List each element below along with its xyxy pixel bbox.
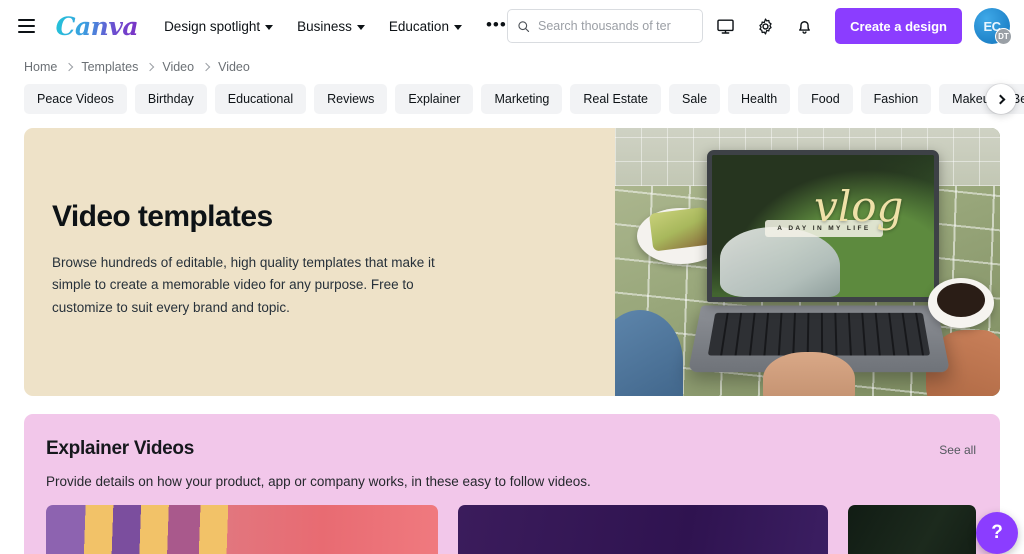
chevron-down-icon — [265, 25, 273, 30]
template-card-dark-purple[interactable] — [458, 505, 828, 554]
search-box[interactable] — [507, 9, 703, 43]
hero-banner: Video templates Browse hundreds of edita… — [24, 128, 1000, 396]
nav-business[interactable]: Business — [297, 19, 365, 34]
laptop-screen: A DAY IN MY LIFE vlog — [707, 150, 939, 302]
template-card-list — [46, 505, 976, 554]
create-a-design-button[interactable]: Create a design — [835, 8, 962, 44]
chip-birthday[interactable]: Birthday — [135, 84, 207, 114]
template-card-dark-green[interactable] — [848, 505, 976, 554]
avatar-badge: DT — [995, 28, 1012, 45]
nav-business-label: Business — [297, 19, 352, 34]
avatar[interactable]: EC DT — [974, 8, 1010, 44]
breadcrumb-item-video[interactable]: Video — [162, 60, 194, 74]
screen-caption-script: vlog — [814, 186, 903, 228]
chip-educational[interactable]: Educational — [215, 84, 306, 114]
chip-marketing[interactable]: Marketing — [481, 84, 562, 114]
chip-reviews[interactable]: Reviews — [314, 84, 387, 114]
chevron-right-icon — [146, 63, 154, 71]
chips-scroll-next-button[interactable] — [986, 84, 1016, 114]
chip-peace-videos[interactable]: Peace Videos — [24, 84, 127, 114]
chip-health[interactable]: Health — [728, 84, 790, 114]
gear-icon[interactable] — [749, 9, 782, 43]
chevron-right-icon — [202, 63, 210, 71]
template-card-striped[interactable] — [46, 505, 438, 554]
canva-logo[interactable]: Canva — [56, 14, 139, 39]
person-hand — [763, 352, 855, 396]
page-title: Video templates — [52, 200, 565, 234]
hamburger-line — [18, 19, 35, 21]
hero-description: Browse hundreds of editable, high qualit… — [52, 252, 472, 319]
chip-real-estate[interactable]: Real Estate — [570, 84, 661, 114]
hero-image: A DAY IN MY LIFE vlog — [615, 128, 1000, 396]
breadcrumb: Home Templates Video Video — [0, 52, 1024, 84]
nav-education[interactable]: Education — [389, 19, 462, 34]
search-input[interactable] — [538, 19, 693, 33]
breadcrumb-item-home[interactable]: Home — [24, 60, 57, 74]
breadcrumb-item-templates[interactable]: Templates — [81, 60, 138, 74]
hamburger-line — [18, 31, 35, 33]
display-icon[interactable] — [709, 9, 742, 43]
chevron-right-icon — [65, 63, 73, 71]
category-chips-list[interactable]: Peace Videos Birthday Educational Review… — [24, 84, 1024, 114]
chevron-down-icon — [357, 25, 365, 30]
see-all-link[interactable]: See all — [939, 438, 976, 457]
top-header: Canva Design spotlight Business Educatio… — [0, 0, 1024, 52]
chevron-right-icon — [995, 94, 1005, 104]
breadcrumb-item-video-current[interactable]: Video — [218, 60, 250, 74]
bell-icon[interactable] — [788, 9, 821, 43]
nav-design-spotlight-label: Design spotlight — [164, 19, 260, 34]
main-content: Video templates Browse hundreds of edita… — [0, 114, 1024, 554]
section-header: Explainer Videos See all — [46, 438, 976, 460]
nav-design-spotlight[interactable]: Design spotlight — [164, 19, 273, 34]
chip-fashion[interactable]: Fashion — [861, 84, 931, 114]
chip-food[interactable]: Food — [798, 84, 853, 114]
explainer-videos-section: Explainer Videos See all Provide details… — [24, 414, 1000, 554]
category-chips-bar: Peace Videos Birthday Educational Review… — [0, 84, 1024, 114]
nav-education-label: Education — [389, 19, 449, 34]
chip-sale[interactable]: Sale — [669, 84, 720, 114]
hamburger-menu-icon[interactable] — [18, 15, 40, 37]
section-title: Explainer Videos — [46, 438, 194, 460]
avocado-toast — [649, 206, 713, 251]
nav-more-icon[interactable]: ••• — [486, 16, 507, 33]
hero-text-panel: Video templates Browse hundreds of edita… — [24, 128, 615, 396]
help-floating-button[interactable]: ? — [976, 512, 1018, 554]
search-icon — [517, 19, 530, 34]
chip-explainer[interactable]: Explainer — [395, 84, 473, 114]
coffee-cup — [928, 278, 994, 328]
chevron-down-icon — [454, 25, 462, 30]
section-description: Provide details on how your product, app… — [46, 474, 976, 489]
hamburger-line — [18, 25, 35, 27]
laptop-keyboard — [708, 313, 931, 356]
